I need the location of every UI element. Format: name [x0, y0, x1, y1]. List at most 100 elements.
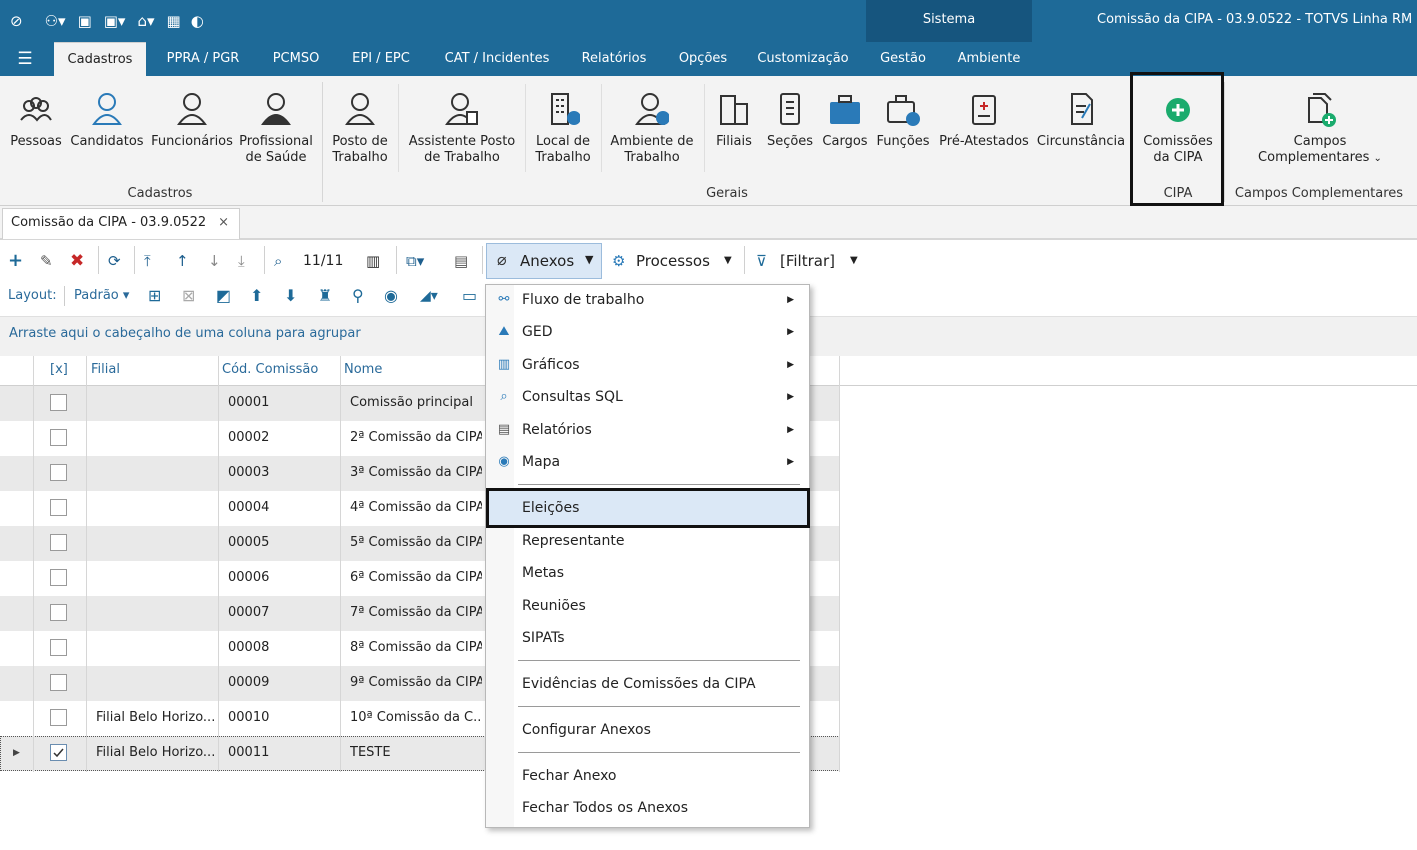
columns-icon[interactable]: ▥ [366, 250, 380, 272]
anexos-dropdown[interactable]: ⌀ Anexos ▼ [486, 243, 602, 279]
filtrar-dropdown[interactable]: [Filtrar] [780, 250, 835, 272]
tab-ppra-pgr[interactable]: PPRA / PGR [156, 42, 250, 76]
header-cod-comissao[interactable]: Cód. Comissão [222, 362, 318, 377]
previous-record-icon[interactable]: ↑ [176, 250, 189, 272]
row-checkbox[interactable] [50, 499, 67, 516]
header-check[interactable]: [x] [50, 362, 68, 377]
column-divider [86, 386, 87, 772]
info-icon[interactable]: ◐ [191, 12, 204, 30]
paint-icon[interactable]: ♜ [318, 286, 332, 306]
edit-icon[interactable]: ✎ [40, 250, 53, 272]
campos-complementares-button[interactable]: Campos Complementares ⌄ [1240, 84, 1400, 167]
funcionarios-button[interactable]: Funcionários [150, 84, 234, 150]
menu-item-fechar-anexo[interactable]: Fechar Anexo [486, 761, 808, 791]
menu-item-metas[interactable]: Metas [486, 558, 808, 588]
assistente-label-2: de Trabalho [424, 150, 500, 165]
search-icon[interactable]: ⌕ [274, 250, 282, 272]
profissional-saude-button[interactable]: Profissional de Saúde [238, 84, 314, 166]
home-icon[interactable]: ⌂▾ [137, 12, 154, 30]
tab-epi-epc[interactable]: EPI / EPC [340, 42, 422, 76]
menu-item-graficos[interactable]: ▥ Gráficos ▶ [486, 350, 808, 380]
tab-relatorios[interactable]: Relatórios [572, 42, 656, 76]
menu-item-fechar-todos[interactable]: Fechar Todos os Anexos [486, 793, 808, 823]
tab-ambiente[interactable]: Ambiente [948, 42, 1030, 76]
delete-icon[interactable]: ✖ [70, 250, 84, 272]
row-checkbox[interactable] [50, 429, 67, 446]
chart-icon[interactable]: ◢▾ [420, 286, 438, 306]
collapse-icon[interactable]: ⊠ [182, 286, 195, 306]
circunstancia-button[interactable]: Circunstância [1036, 84, 1126, 150]
menu-item-consultas-sql[interactable]: ⌕ Consultas SQL ▶ [486, 382, 808, 412]
toolbar-separator [64, 286, 65, 306]
app-button-icon[interactable]: ☰ [10, 42, 40, 76]
row-checkbox[interactable] [50, 744, 67, 761]
move-down-icon[interactable]: ⬇ [284, 286, 297, 306]
tab-opcoes[interactable]: Opções [668, 42, 738, 76]
row-checkbox[interactable] [50, 464, 67, 481]
local-trabalho-button[interactable]: Local de Trabalho [530, 84, 596, 166]
tab-gestao[interactable]: Gestão [868, 42, 938, 76]
secoes-button[interactable]: Seções [764, 84, 816, 150]
window-icon[interactable]: ▣▾ [104, 12, 126, 30]
row-checkbox[interactable] [50, 604, 67, 621]
pre-atestados-button[interactable]: Pré-Atestados [936, 84, 1032, 150]
chevron-down-icon[interactable]: ▼ [850, 250, 858, 272]
menu-item-ged[interactable]: ⛰ GED ▶ [486, 317, 808, 347]
menu-item-fluxo[interactable]: ⚯ Fluxo de trabalho ▶ [486, 285, 808, 315]
expand-icon[interactable]: ⊞ [148, 286, 161, 306]
close-icon[interactable]: × [218, 209, 229, 237]
menu-item-mapa[interactable]: ◉ Mapa ▶ [486, 447, 808, 477]
color-icon[interactable]: ◉ [384, 286, 398, 306]
grid-icon[interactable]: ▦ [167, 12, 181, 30]
tab-customizacao[interactable]: Customização [748, 42, 858, 76]
header-nome[interactable]: Nome [344, 362, 382, 377]
row-checkbox[interactable] [50, 639, 67, 656]
app-menu-icon[interactable]: ⊘ [10, 12, 23, 30]
tab-pcmso[interactable]: PCMSO [262, 42, 330, 76]
candidatos-button[interactable]: Candidatos [68, 84, 146, 150]
view-icon[interactable]: ▣ [78, 12, 92, 30]
add-icon[interactable]: + [8, 250, 23, 272]
menu-item-relatorios[interactable]: ▤ Relatórios ▶ [486, 415, 808, 445]
row-checkbox[interactable] [50, 534, 67, 551]
assistente-posto-button[interactable]: Assistente Posto de Trabalho [406, 84, 518, 166]
next-record-icon[interactable]: ↓ [208, 250, 221, 272]
posto-trabalho-button[interactable]: Posto de Trabalho [326, 84, 394, 166]
report-icon[interactable]: ▤ [454, 250, 468, 272]
ambiente-trabalho-button[interactable]: Ambiente de Trabalho [606, 84, 698, 166]
move-up-icon[interactable]: ⬆ [250, 286, 263, 306]
menu-item-reunioes[interactable]: Reuniões [486, 591, 808, 621]
funcoes-button[interactable]: Funções [874, 84, 932, 150]
refresh-icon[interactable]: ⟳ [108, 250, 121, 272]
menu-item-representante[interactable]: Representante [486, 526, 808, 556]
column-divider [33, 386, 34, 772]
header-filial[interactable]: Filial [91, 362, 120, 377]
menu-item-configurar-anexos[interactable]: Configurar Anexos [486, 715, 808, 745]
menu-item-evidencias[interactable]: Evidências de Comissões da CIPA [486, 669, 808, 699]
layout-select[interactable]: Padrão ▾ [74, 286, 129, 306]
pin-icon[interactable]: ⚲ [352, 286, 364, 306]
menu-item-eleicoes[interactable]: Eleições [486, 493, 808, 523]
panel-icon[interactable]: ▭ [462, 286, 477, 306]
row-checkbox[interactable] [50, 709, 67, 726]
row-checkbox[interactable] [50, 674, 67, 691]
ribbon-separator [525, 84, 526, 172]
tab-cadastros[interactable]: Cadastros [54, 42, 146, 76]
row-checkbox[interactable] [50, 569, 67, 586]
pessoas-button[interactable]: Pessoas [6, 84, 66, 150]
anexos-label: Anexos [520, 252, 575, 270]
processos-dropdown[interactable]: Processos [636, 250, 710, 272]
document-tab[interactable]: Comissão da CIPA - 03.9.0522 × [2, 208, 240, 239]
cargos-button[interactable]: Cargos [820, 84, 870, 150]
tab-cat-incidentes[interactable]: CAT / Incidentes [434, 42, 560, 76]
menu-item-label: Mapa [522, 454, 561, 470]
filiais-button[interactable]: Filiais [714, 84, 754, 150]
users-icon[interactable]: ⚇▾ [45, 12, 66, 30]
group-icon[interactable]: ◩ [216, 286, 231, 306]
first-record-icon[interactable]: ⤒ [144, 250, 151, 272]
chevron-down-icon[interactable]: ▼ [724, 250, 732, 272]
menu-item-sipats[interactable]: SIPATs [486, 623, 808, 653]
last-record-icon[interactable]: ⤓ [238, 250, 245, 272]
row-checkbox[interactable] [50, 394, 67, 411]
open-external-icon[interactable]: ⧉▾ [406, 250, 424, 272]
